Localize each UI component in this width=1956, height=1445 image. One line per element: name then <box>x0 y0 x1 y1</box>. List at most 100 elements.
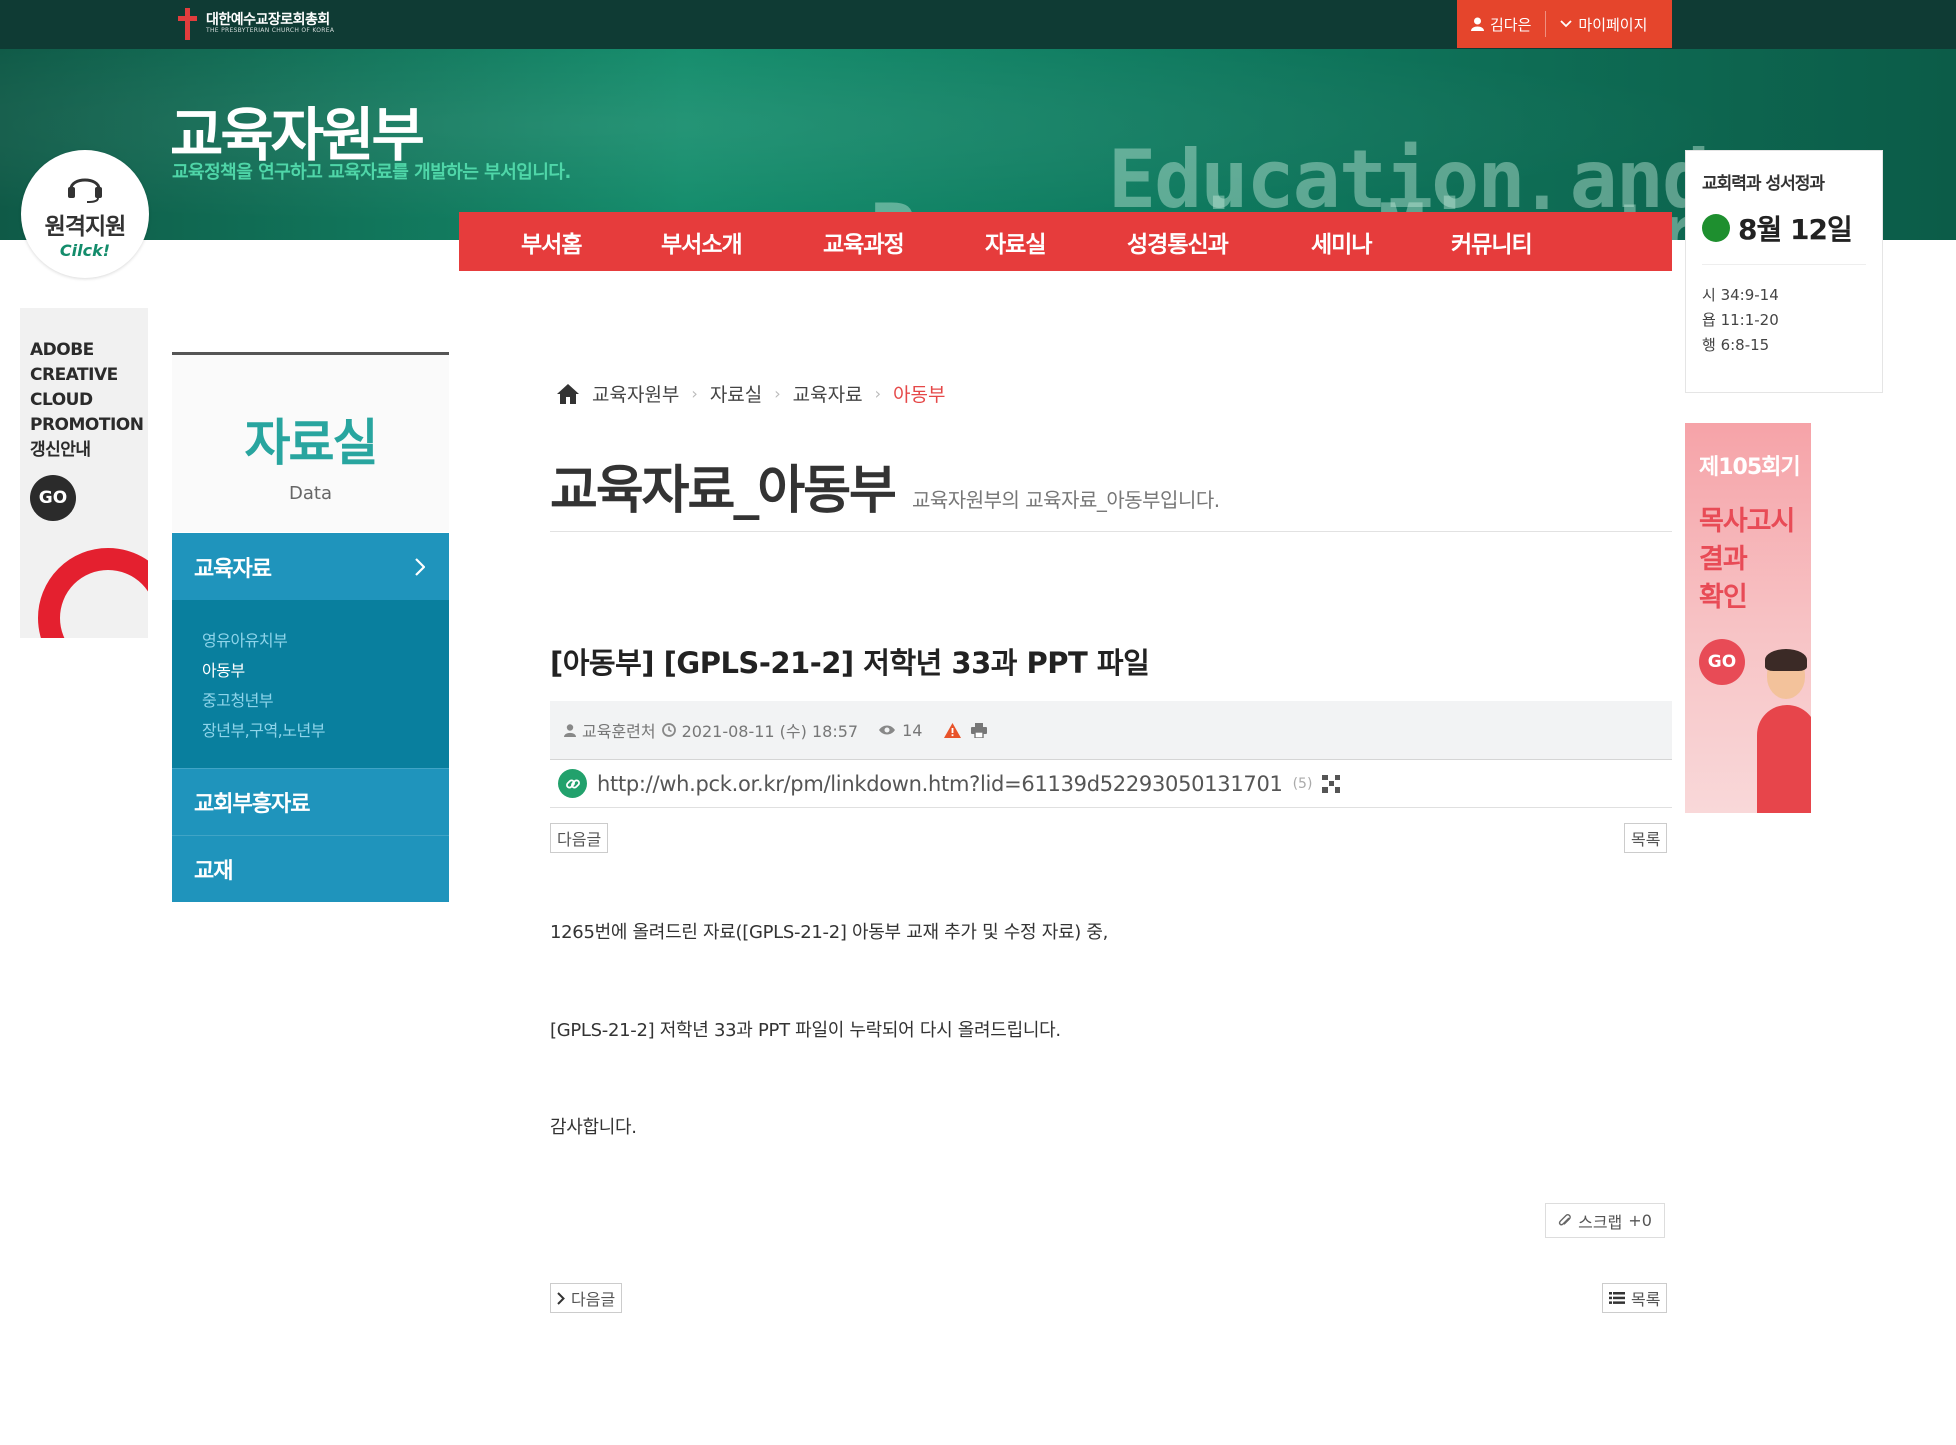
verse-item: 욥 11:1-20 <box>1702 311 1779 329</box>
lnb-item-church-revival[interactable]: 교회부흥자료 <box>172 768 449 835</box>
lnb-item-label: 교육자료 <box>194 556 272 582</box>
calendar-verses: 시 34:9-14 욥 11:1-20 행 6:8-15 <box>1702 283 1866 358</box>
verse-item: 행 6:8-15 <box>1702 336 1770 354</box>
post-title: [아동부] [GPLS-21-2] 저학년 33과 PPT 파일 <box>550 646 1150 680</box>
logo-main-text: 대한예수교장로회총회 <box>206 12 330 28</box>
breadcrumb-separator-icon: › <box>691 384 698 403</box>
breadcrumb-item[interactable]: 자료실 <box>710 380 762 407</box>
qr-code-icon[interactable] <box>1322 774 1341 793</box>
adobe-line: PROMOTION <box>30 415 144 435</box>
user-icon <box>564 723 576 737</box>
post-body-line: 1265번에 올려드린 자료([GPLS-21-2] 아동부 교재 추가 및 수… <box>550 922 1109 943</box>
breadcrumb-item[interactable]: 교육자료 <box>793 380 863 407</box>
report-warning-icon[interactable] <box>944 722 962 738</box>
lnb-sub-item-adult[interactable]: 장년부,구역,노년부 <box>202 716 449 746</box>
scrap-count: +0 <box>1628 1211 1652 1230</box>
church-calendar-widget: 교회력과 성서정과 8월 12일 시 34:9-14 욥 11:1-20 행 6… <box>1685 150 1883 393</box>
user-name: 김다은 <box>1490 15 1532 34</box>
adobe-line: CLOUD <box>30 390 93 410</box>
adobe-line: ADOBE <box>30 340 94 360</box>
exam-result-banner[interactable]: 제105회기 목사고시 결과 확인 GO <box>1685 423 1811 813</box>
home-icon[interactable] <box>556 383 580 405</box>
post-views: 14 <box>902 720 923 740</box>
ad-main-line: 결과 <box>1699 544 1748 575</box>
attachment-link-row: http://wh.pck.or.kr/pm/linkdown.htm?lid=… <box>550 760 1672 808</box>
site-logo[interactable]: 대한예수교장로회총회 THE PRESBYTERIAN CHURCH OF KO… <box>176 8 334 40</box>
adobe-promotion-banner[interactable]: ADOBE CREATIVE CLOUD PROMOTION 갱신안내 GO <box>20 308 148 638</box>
calendar-title: 교회력과 성서정과 <box>1702 174 1825 194</box>
cross-logo-icon <box>176 8 198 40</box>
adobe-line: CREATIVE <box>30 365 118 385</box>
gnb-about[interactable]: 부서소개 <box>661 225 823 259</box>
lnb-sub-item-children[interactable]: 아동부 <box>202 656 449 686</box>
scrap-label: 스크랩 <box>1578 1212 1623 1232</box>
gnb-bible-course[interactable]: 성경통신과 <box>1127 225 1311 259</box>
liturgical-color-icon <box>1702 214 1730 242</box>
ad-main-line: 확인 <box>1699 582 1748 613</box>
gnb-seminar[interactable]: 세미나 <box>1311 225 1451 259</box>
list-icon <box>1609 1292 1625 1304</box>
ad-go-button[interactable]: GO <box>1699 639 1745 685</box>
lnb-item-education-materials[interactable]: 교육자료 <box>172 533 449 600</box>
calendar-date: 8월 12일 <box>1738 213 1853 246</box>
breadcrumb-current[interactable]: 아동부 <box>893 380 945 407</box>
paperclip-icon <box>1558 1213 1571 1225</box>
post-author[interactable]: 교육훈련처 <box>582 718 656 742</box>
attachment-link[interactable]: http://wh.pck.or.kr/pm/linkdown.htm?lid=… <box>597 772 1283 796</box>
breadcrumb-item[interactable]: 교육자원부 <box>592 380 679 407</box>
chevron-right-icon <box>415 557 425 576</box>
remote-support-click: Cilck! <box>59 240 111 260</box>
creative-cloud-logo-icon <box>38 548 148 638</box>
next-post-button-bottom[interactable]: 다음글 <box>550 1283 623 1313</box>
lnb-sub-item-youth[interactable]: 중고청년부 <box>202 686 449 716</box>
lnb-title: 자료실 <box>244 414 379 472</box>
print-icon[interactable] <box>971 722 988 738</box>
lnb-item-textbook[interactable]: 교재 <box>172 835 449 902</box>
post-body-line: [GPLS-21-2] 저학년 33과 PPT 파일이 누락되어 다시 올려드립… <box>550 1020 1061 1041</box>
gnb-community[interactable]: 커뮤니티 <box>1451 225 1571 259</box>
list-button-top[interactable]: 목록 <box>1624 823 1668 853</box>
adobe-line: 갱신안내 <box>30 440 91 460</box>
gnb-resources[interactable]: 자료실 <box>985 225 1127 259</box>
post-meta: 교육훈련처 2021-08-11 (수) 18:57 14 <box>550 701 1672 760</box>
breadcrumb: 교육자원부 › 자료실 › 교육자료 › 아동부 <box>556 380 945 407</box>
link-icon <box>558 769 587 798</box>
lnb-title-en: Data <box>289 483 332 504</box>
lnb-header: 자료실 Data <box>172 352 449 532</box>
main-navigation: 부서홈 부서소개 교육과정 자료실 성경통신과 세미나 커뮤니티 <box>459 212 1672 271</box>
gnb-home[interactable]: 부서홈 <box>521 225 661 259</box>
remote-support-label: 원격지원 <box>44 213 127 240</box>
user-icon <box>1471 17 1484 31</box>
mypage-button[interactable]: 마이페이지 <box>1546 9 1661 39</box>
list-label: 목록 <box>1631 830 1661 849</box>
post-datetime: 2021-08-11 (수) 18:57 <box>681 722 859 741</box>
link-click-count: (5) <box>1292 775 1313 792</box>
verse-item: 시 34:9-14 <box>1702 286 1779 304</box>
mypage-label: 마이페이지 <box>1578 15 1648 34</box>
page-title: 교육자료_아동부 <box>550 461 897 521</box>
title-divider <box>550 531 1672 532</box>
next-post-button-top[interactable]: 다음글 <box>550 823 609 853</box>
breadcrumb-separator-icon: › <box>874 384 881 403</box>
list-label: 목록 <box>1631 1290 1661 1309</box>
page-description: 교육자원부의 교육자료_아동부입니다. <box>912 488 1220 512</box>
lnb-submenu: 영유아유치부 아동부 중고청년부 장년부,구역,노년부 <box>172 600 449 768</box>
next-post-label: 다음글 <box>557 830 602 849</box>
gnb-curriculum[interactable]: 교육과정 <box>823 225 985 259</box>
headset-icon <box>68 178 102 203</box>
scrap-button[interactable]: 스크랩 +0 <box>1545 1203 1665 1238</box>
chevron-right-icon <box>557 1291 565 1305</box>
logo-sub-text: THE PRESBYTERIAN CHURCH OF KOREA <box>206 27 335 35</box>
calendar-date-row: 8월 12일 <box>1702 208 1866 265</box>
top-bar: 대한예수교장로회총회 THE PRESBYTERIAN CHURCH OF KO… <box>0 0 1956 49</box>
ad-main-line: 목사고시 <box>1699 506 1795 537</box>
clock-icon <box>661 723 676 737</box>
adobe-go-button[interactable]: GO <box>30 475 76 521</box>
lnb-sub-item-infant[interactable]: 영유아유치부 <box>202 626 449 656</box>
user-box: 김다은 마이페이지 <box>1457 0 1672 48</box>
user-name-button[interactable]: 김다은 <box>1457 9 1545 39</box>
ad-session-label: 제105회기 <box>1699 455 1801 480</box>
remote-support-button[interactable]: 원격지원 Cilck! <box>21 150 149 278</box>
list-button-bottom[interactable]: 목록 <box>1602 1283 1668 1313</box>
post-body-line: 감사합니다. <box>550 1117 637 1138</box>
